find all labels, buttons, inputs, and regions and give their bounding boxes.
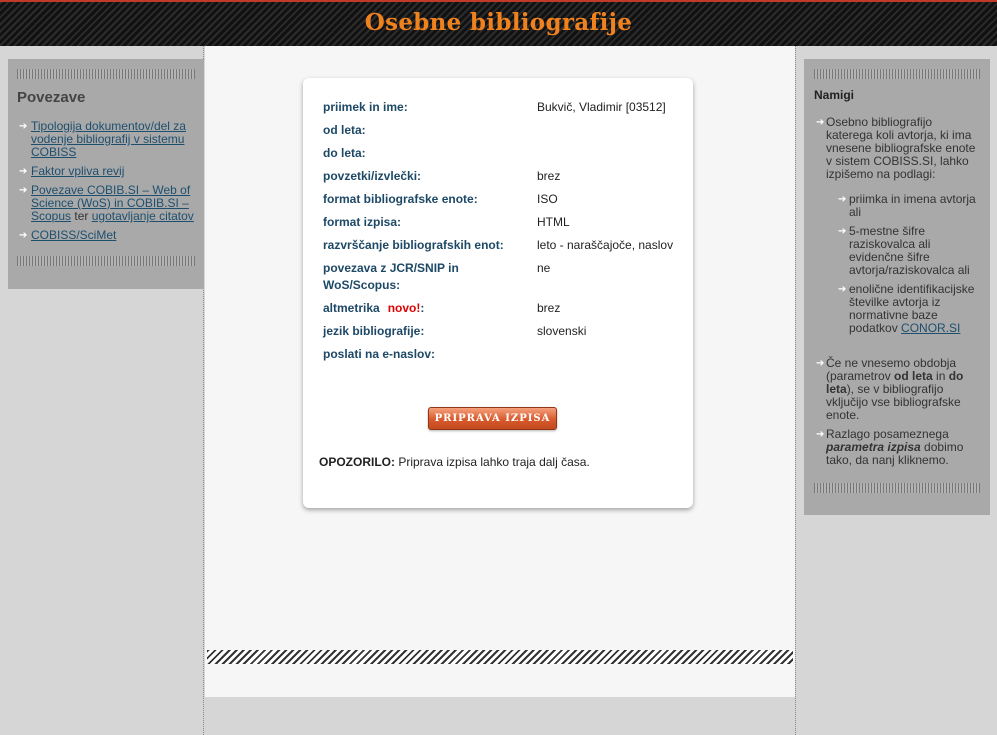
hint-item: ➔ Razlago posameznega parametra izpisa d… (814, 428, 980, 467)
hints-list: ➔ Osebno bibliografijo katerega koli avt… (814, 116, 980, 467)
form-row: povzetki/izvlečki: brez (323, 168, 683, 191)
year-to-value (537, 145, 683, 168)
arrow-right-icon: ➔ (19, 185, 28, 196)
year-from-value (537, 122, 683, 145)
list-item: ➔ Tipologija dokumentov/del za vodenje b… (17, 120, 195, 159)
connector-text: ter (74, 209, 89, 223)
form-table: priimek in ime: Bukvič, Vladimir [03512]… (323, 99, 683, 369)
panel-stripe-bottom (17, 256, 195, 266)
sorting-label[interactable]: razvrščanje bibliografskih enot: (323, 237, 537, 260)
list-item: ➔ COBISS/SciMet (17, 229, 195, 242)
hint-sub-list: ➔ priimka in imena avtorja ali ➔ 5-mestn… (836, 193, 980, 335)
hint-intro: Osebno bibliografijo katerega koli avtor… (826, 115, 976, 181)
hint-sub-text: priimka in imena avtorja ali (849, 192, 976, 219)
form-row: altmetrika novo!: brez (323, 300, 683, 323)
typology-link[interactable]: Tipologija dokumentov/del za vodenje bib… (31, 119, 186, 159)
output-format-label[interactable]: format izpisa: (323, 214, 537, 237)
abstracts-label[interactable]: povzetki/izvlečki: (323, 168, 537, 191)
form-row: format bibliografske enote: ISO (323, 191, 683, 214)
altmetrics-value: brez (537, 301, 561, 315)
altmetrics-label[interactable]: altmetrika novo!: (323, 300, 537, 323)
sorting-value: leto - naraščajoče, naslov (537, 238, 674, 252)
hint-item: ➔ Osebno bibliografijo katerega koli avt… (814, 116, 980, 335)
page-header: Osebne bibliografije (0, 0, 997, 46)
record-format-value: ISO (537, 192, 558, 206)
arrow-right-icon: ➔ (19, 121, 28, 132)
arrow-right-icon: ➔ (838, 284, 847, 295)
arrow-right-icon: ➔ (838, 194, 847, 205)
hatched-divider (207, 650, 793, 664)
form-row: format izpisa: HTML (323, 214, 683, 237)
hint-item: ➔ Če ne vnesemo obdobja (parametrov od l… (814, 357, 980, 422)
form-row: do leta: (323, 145, 683, 168)
hint-sub-item: ➔ 5-mestne šifre raziskovalca ali eviden… (836, 225, 980, 277)
bibliography-form: priimek in ime: Bukvič, Vladimir [03512]… (303, 78, 693, 508)
impact-factor-link[interactable]: Faktor vpliva revij (31, 164, 124, 178)
form-row: razvrščanje bibliografskih enot: leto - … (323, 237, 683, 260)
year-to-label[interactable]: do leta: (323, 145, 537, 168)
form-row: priimek in ime: Bukvič, Vladimir [03512] (323, 99, 683, 122)
hints-panel-title: Namigi (814, 88, 855, 102)
new-badge: novo! (387, 301, 421, 315)
hint-text: Razlago posameznega (826, 427, 949, 441)
panel-stripe-bottom (814, 483, 980, 493)
jcr-link-value: ne (537, 261, 551, 275)
list-item: ➔ Faktor vpliva revij (17, 165, 195, 178)
email-value (537, 346, 683, 369)
record-format-label[interactable]: format bibliografske enote: (323, 191, 537, 214)
arrow-right-icon: ➔ (838, 226, 847, 237)
form-row: jezik bibliografije: slovenski (323, 323, 683, 346)
hints-panel: Namigi ➔ Osebno bibliografijo katerega k… (804, 59, 990, 515)
main-content: priimek in ime: Bukvič, Vladimir [03512]… (205, 46, 795, 697)
email-label[interactable]: poslati na e-naslov: (323, 346, 537, 369)
footer-area (205, 697, 795, 735)
language-value: slovenski (537, 324, 587, 338)
year-from-label[interactable]: od leta: (323, 122, 537, 145)
page-title: Osebne bibliografije (364, 9, 633, 36)
form-row: povezava z JCR/SNIP in WoS/Scopus: ne (323, 260, 683, 300)
hint-sub-text: 5-mestne šifre raziskovalca ali evidenčn… (849, 224, 970, 277)
links-panel: Povezave ➔ Tipologija dokumentov/del za … (8, 59, 204, 289)
hint-bold-italic: parametra izpisa (826, 440, 921, 454)
warning-text: Priprava izpisa lahko traja dalj časa. (395, 455, 590, 469)
altmetrics-label-text: altmetrika (323, 301, 380, 315)
links-panel-title: Povezave (17, 89, 86, 106)
panel-stripe-top (17, 69, 195, 79)
prepare-output-button[interactable]: PRIPRAVA IZPISA (428, 407, 557, 430)
arrow-right-icon: ➔ (816, 358, 825, 369)
scimet-link[interactable]: COBISS/SciMet (31, 228, 116, 242)
hint-sub-item: ➔ priimka in imena avtorja ali (836, 193, 980, 219)
warning-label: OPOZORILO: (319, 455, 395, 469)
author-name-value: Bukvič, Vladimir [03512] (537, 100, 666, 114)
arrow-right-icon: ➔ (816, 117, 825, 128)
jcr-link-label[interactable]: povezava z JCR/SNIP in WoS/Scopus: (323, 260, 537, 300)
output-format-value: HTML (537, 215, 570, 229)
right-sidebar: Namigi ➔ Osebno bibliografijo katerega k… (795, 46, 997, 735)
conor-link[interactable]: CONOR.SI (901, 321, 960, 335)
hint-text: in (932, 369, 949, 383)
hint-bold: od leta (894, 369, 933, 383)
arrow-right-icon: ➔ (19, 166, 28, 177)
arrow-right-icon: ➔ (19, 230, 28, 241)
arrow-right-icon: ➔ (816, 429, 825, 440)
hint-sub-item: ➔ enolične identifikacijske številke avt… (836, 283, 980, 335)
abstracts-value: brez (537, 169, 561, 183)
hint-text: ), se v bibliografijo vključijo vse bibl… (826, 382, 961, 422)
form-row: poslati na e-naslov: (323, 346, 683, 369)
panel-stripe-top (814, 69, 980, 79)
altmetrics-label-colon: : (420, 301, 425, 315)
author-name-label[interactable]: priimek in ime: (323, 99, 537, 122)
language-label[interactable]: jezik bibliografije: (323, 323, 537, 346)
form-row: od leta: (323, 122, 683, 145)
warning-message: OPOZORILO: Priprava izpisa lahko traja d… (319, 455, 679, 469)
links-list: ➔ Tipologija dokumentov/del za vodenje b… (17, 120, 195, 242)
left-sidebar: Povezave ➔ Tipologija dokumentov/del za … (0, 46, 204, 735)
list-item: ➔ Povezave COBIB.SI – Web of Science (Wo… (17, 184, 195, 223)
citations-link[interactable]: ugotavljanje citatov (92, 209, 194, 223)
